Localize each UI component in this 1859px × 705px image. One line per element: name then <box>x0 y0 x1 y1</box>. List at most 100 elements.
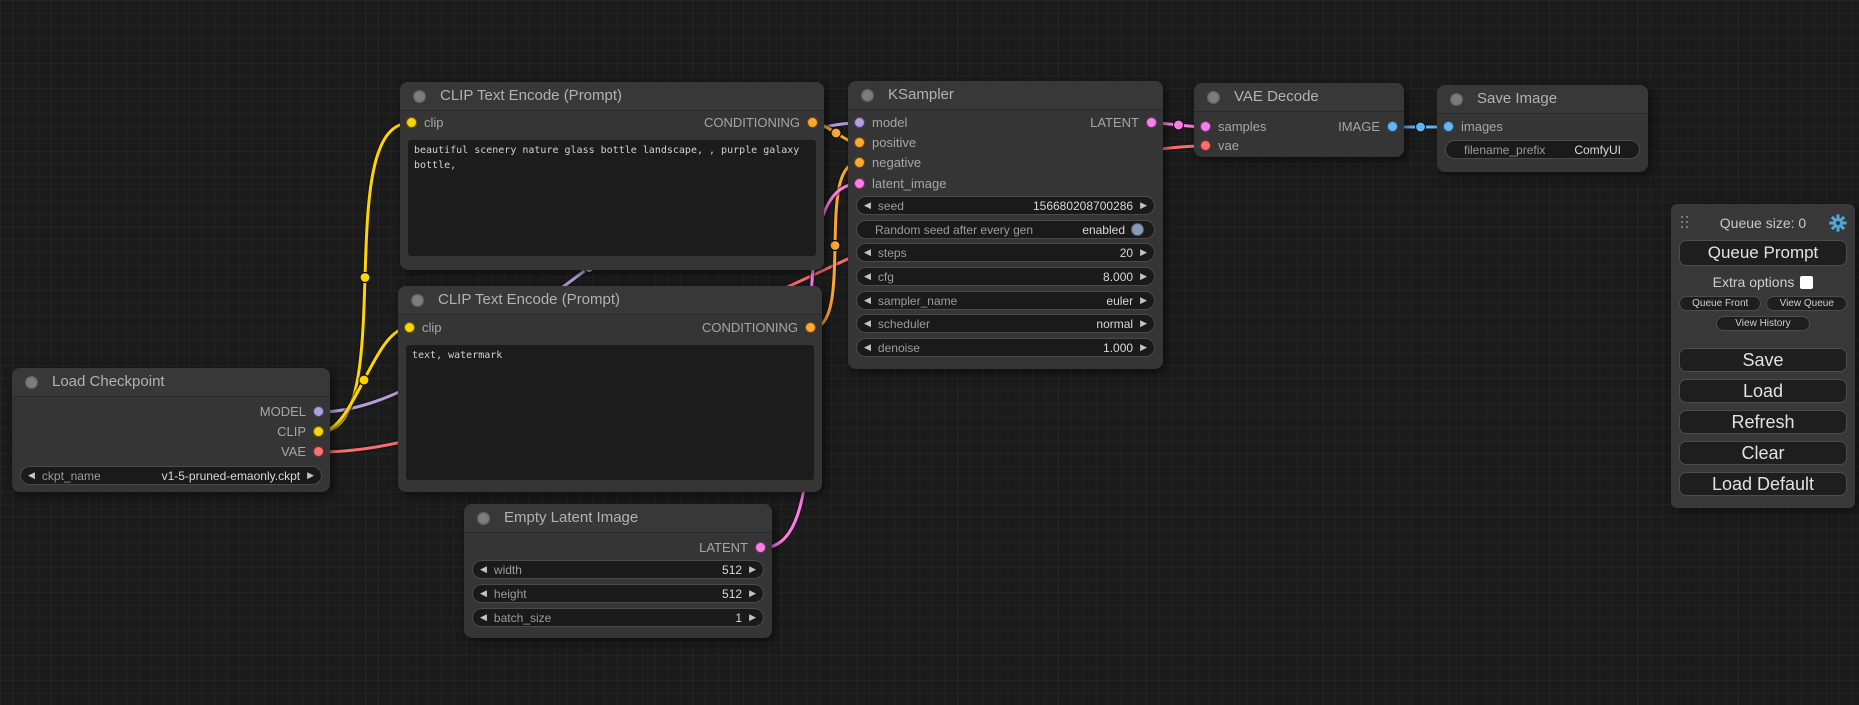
decrement-arrow-icon[interactable]: ◀ <box>857 342 878 353</box>
node-title-ksampler[interactable]: KSampler <box>848 81 1163 110</box>
clip-text-encode-negative-input-clip-dot[interactable] <box>404 322 415 333</box>
decrement-arrow-icon[interactable]: ◀ <box>473 588 494 599</box>
increment-arrow-icon[interactable]: ▶ <box>742 564 763 575</box>
clip-text-encode-positive-input-clip-dot[interactable] <box>406 117 417 128</box>
widget-value: ComfyUI <box>1574 143 1621 157</box>
load-checkpoint-ckpt_name-widget[interactable]: ◀ckpt_namev1-5-pruned-emaonly.ckpt▶ <box>20 466 322 485</box>
load-checkpoint-output-CLIP-dot[interactable] <box>313 426 324 437</box>
node-title-clip-text-encode-negative[interactable]: CLIP Text Encode (Prompt) <box>398 286 822 315</box>
ksampler-seed-widget[interactable]: ◀seed156680208700286▶ <box>856 196 1155 215</box>
node-title-vae-decode[interactable]: VAE Decode <box>1194 83 1404 112</box>
node-vae-decode[interactable]: VAE DecodesamplesvaeIMAGE <box>1194 83 1404 157</box>
node-load-checkpoint[interactable]: Load CheckpointMODELCLIPVAE◀ckpt_namev1-… <box>12 368 330 492</box>
node-title-load-checkpoint[interactable]: Load Checkpoint <box>12 368 330 397</box>
widget-label: denoise <box>878 341 920 355</box>
clip-text-encode-negative-output-CONDITIONING-dot[interactable] <box>805 322 816 333</box>
increment-arrow-icon[interactable]: ▶ <box>1133 295 1154 306</box>
decrement-arrow-icon[interactable]: ◀ <box>473 612 494 623</box>
node-clip-text-encode-positive[interactable]: CLIP Text Encode (Prompt)clipCONDITIONIN… <box>400 82 824 270</box>
decrement-arrow-icon[interactable]: ◀ <box>21 470 42 481</box>
increment-arrow-icon[interactable]: ▶ <box>1133 247 1154 258</box>
load-button[interactable]: Load <box>1679 379 1847 403</box>
slot-label: CONDITIONING <box>704 115 800 130</box>
node-empty-latent-image[interactable]: Empty Latent Image LATENT ◀width512▶ ◀heigh… <box>464 504 772 638</box>
drag-handle-icon[interactable] <box>1681 216 1689 230</box>
node-title-save-image[interactable]: Save Image <box>1437 85 1648 114</box>
node-graph-canvas[interactable]: Load CheckpointMODELCLIPVAE◀ckpt_namev1-… <box>0 0 1859 705</box>
gear-icon[interactable] <box>1829 214 1847 237</box>
save-image-filename_prefix-widget[interactable]: filename_prefixComfyUI <box>1445 140 1640 159</box>
empty-latent-image-width-widget[interactable]: ◀width512▶ <box>472 560 764 579</box>
increment-arrow-icon[interactable]: ▶ <box>742 588 763 599</box>
ksampler-input-negative-dot[interactable] <box>854 157 865 168</box>
extra-options-checkbox[interactable] <box>1800 276 1813 289</box>
node-collapse-dot-icon[interactable] <box>25 376 38 389</box>
ksampler-cfg-widget[interactable]: ◀cfg8.000▶ <box>856 267 1155 286</box>
decrement-arrow-icon[interactable]: ◀ <box>857 318 878 329</box>
queue-front-button[interactable]: Queue Front <box>1679 296 1761 311</box>
view-history-button[interactable]: View History <box>1716 316 1810 331</box>
clip-text-encode-positive-prompt-textarea[interactable]: beautiful scenery nature glass bottle la… <box>408 140 816 256</box>
ksampler-input-latent_image-dot[interactable] <box>854 178 865 189</box>
increment-arrow-icon[interactable]: ▶ <box>1133 342 1154 353</box>
empty-latent-image-batch_size-widget[interactable]: ◀batch_size1▶ <box>472 608 764 627</box>
node-collapse-dot-icon[interactable] <box>477 512 490 525</box>
increment-arrow-icon[interactable]: ▶ <box>300 470 321 481</box>
node-ksampler[interactable]: KSampler model positive negative latent_imag… <box>848 81 1163 369</box>
ksampler-input-model-dot[interactable] <box>854 117 865 128</box>
load-default-button[interactable]: Load Default <box>1679 472 1847 496</box>
extra-options-label: Extra options <box>1713 274 1795 290</box>
node-collapse-dot-icon[interactable] <box>413 90 426 103</box>
node-collapse-dot-icon[interactable] <box>1207 91 1220 104</box>
load-checkpoint-output-MODEL-dot[interactable] <box>313 406 324 417</box>
load-checkpoint-output-CLIP: CLIP <box>277 424 324 440</box>
empty-latent-image-height-widget[interactable]: ◀height512▶ <box>472 584 764 603</box>
ksampler-random-seed-after-every-gen-widget[interactable]: Random seed after every genenabled <box>856 220 1155 239</box>
decrement-arrow-icon[interactable]: ◀ <box>473 564 494 575</box>
widget-value: 156680208700286 <box>1033 199 1133 213</box>
widget-label: scheduler <box>878 317 930 331</box>
view-queue-button[interactable]: View Queue <box>1766 296 1847 311</box>
increment-arrow-icon[interactable]: ▶ <box>1133 271 1154 282</box>
increment-arrow-icon[interactable]: ▶ <box>1133 200 1154 211</box>
empty-latent-image-output-LATENT: LATENT <box>699 540 766 556</box>
node-title-clip-text-encode-positive[interactable]: CLIP Text Encode (Prompt) <box>400 82 824 111</box>
decrement-arrow-icon[interactable]: ◀ <box>857 200 878 211</box>
increment-arrow-icon[interactable]: ▶ <box>1133 318 1154 329</box>
clear-button[interactable]: Clear <box>1679 441 1847 465</box>
ksampler-output-LATENT-dot[interactable] <box>1146 117 1157 128</box>
ksampler-input-latent_image: latent_image <box>854 176 946 192</box>
vae-decode-input-samples-dot[interactable] <box>1200 121 1211 132</box>
ksampler-input-positive-dot[interactable] <box>854 137 865 148</box>
clip-text-encode-positive-output-CONDITIONING-dot[interactable] <box>807 117 818 128</box>
ksampler-input-positive: positive <box>854 135 916 151</box>
ksampler-sampler_name-widget[interactable]: ◀sampler_nameeuler▶ <box>856 291 1155 310</box>
clip-text-encode-negative-prompt-textarea[interactable]: text, watermark <box>406 345 814 480</box>
decrement-arrow-icon[interactable]: ◀ <box>857 295 878 306</box>
vae-decode-input-vae-dot[interactable] <box>1200 140 1211 151</box>
decrement-arrow-icon[interactable]: ◀ <box>857 247 878 258</box>
ksampler-denoise-widget[interactable]: ◀denoise1.000▶ <box>856 338 1155 357</box>
node-collapse-dot-icon[interactable] <box>861 89 874 102</box>
ksampler-scheduler-widget[interactable]: ◀schedulernormal▶ <box>856 314 1155 333</box>
node-collapse-dot-icon[interactable] <box>1450 93 1463 106</box>
ksampler-steps-widget[interactable]: ◀steps20▶ <box>856 243 1155 262</box>
node-collapse-dot-icon[interactable] <box>411 294 424 307</box>
refresh-button[interactable]: Refresh <box>1679 410 1847 434</box>
node-clip-text-encode-negative[interactable]: CLIP Text Encode (Prompt)clipCONDITIONIN… <box>398 286 822 492</box>
save-image-input-images-dot[interactable] <box>1443 121 1454 132</box>
slot-label: negative <box>872 155 921 170</box>
node-save-image[interactable]: Save Imageimagesfilename_prefixComfyUI <box>1437 85 1648 172</box>
node-title-empty-latent-image[interactable]: Empty Latent Image <box>464 504 772 533</box>
queue-prompt-button[interactable]: Queue Prompt <box>1679 240 1847 266</box>
decrement-arrow-icon[interactable]: ◀ <box>857 271 878 282</box>
vae-decode-output-IMAGE-dot[interactable] <box>1387 121 1398 132</box>
empty-latent-image-output-LATENT-dot[interactable] <box>755 542 766 553</box>
load-checkpoint-output-VAE-dot[interactable] <box>313 446 324 457</box>
slot-label: model <box>872 115 907 130</box>
toggle-state-icon[interactable] <box>1131 223 1144 236</box>
save-button[interactable]: Save <box>1679 348 1847 372</box>
increment-arrow-icon[interactable]: ▶ <box>742 612 763 623</box>
slot-label: clip <box>422 320 442 335</box>
slot-label: CLIP <box>277 424 306 439</box>
